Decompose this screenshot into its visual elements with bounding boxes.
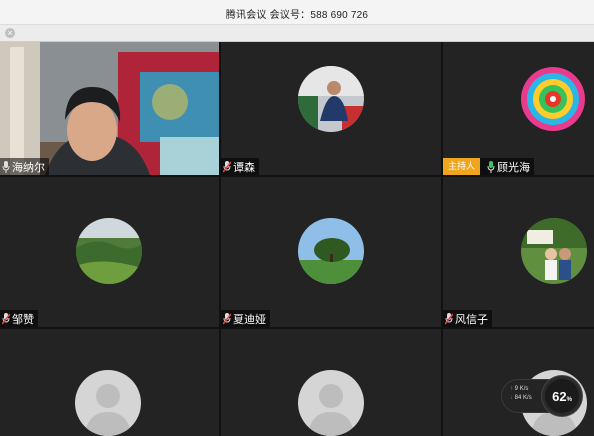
microphone-muted-icon [2,312,10,325]
name-bar: 邹赞 [0,310,38,327]
microphone-icon [2,160,10,173]
download-arrow-icon: ↓ [510,395,513,401]
participant-tile[interactable] [221,329,441,436]
avatar [520,66,586,132]
cpu-gauge: 62% [542,376,582,416]
upload-arrow-icon: ↑ [510,386,513,392]
participant-video [0,42,219,175]
avatar [76,218,142,284]
toolbar: × [0,25,594,42]
participant-grid: 海纳尔 谭森 主持人 顾光海 邹赞 夏迪娅 风信子 [0,42,594,436]
network-status-widget[interactable]: ↑ 9 K/s ↓ 84 K/s 62% [501,376,582,416]
participant-name: 夏迪娅 [233,313,266,326]
host-badge: 主持人 [443,158,481,175]
avatar [298,66,364,132]
upload-unit: K/s [519,386,529,392]
avatar [298,218,364,284]
participant-tile[interactable]: 邹赞 [0,177,219,327]
name-bar: 夏迪娅 [221,310,270,327]
meeting-window: 腾讯会议 会议号：588 690 726 × 海纳尔 谭森 主持人 顾光海 邹赞… [0,0,594,436]
close-icon[interactable]: × [5,28,15,38]
download-rate: 84 [514,395,522,401]
participant-name: 风信子 [455,313,488,326]
window-title: 腾讯会议 会议号：588 690 726 [225,10,369,21]
download-unit: K/s [523,395,532,401]
name-bar: 主持人 顾光海 [443,158,535,175]
participant-tile[interactable]: 风信子 [443,177,594,327]
avatar [521,218,587,284]
default-avatar [75,370,141,436]
participant-name: 邹赞 [12,313,34,326]
percent-sign: % [566,397,572,403]
microphone-active-icon [487,160,495,173]
microphone-muted-icon [445,312,453,325]
microphone-muted-icon [223,312,231,325]
network-rates: ↑ 9 K/s ↓ 84 K/s [510,385,532,403]
upload-rate: 9 [514,386,519,392]
cpu-percent: 62 [552,389,567,404]
title-bar: 腾讯会议 会议号：588 690 726 [0,0,594,25]
microphone-muted-icon [223,160,231,173]
default-avatar [298,370,364,436]
participant-tile[interactable]: 海纳尔 [0,42,219,175]
name-bar: 谭森 [221,158,259,175]
participant-tile[interactable]: 夏迪娅 [221,177,441,327]
participant-name: 谭森 [233,161,255,174]
participant-name: 海纳尔 [12,161,45,174]
participant-tile[interactable]: 谭森 [221,42,441,175]
name-bar: 风信子 [443,310,492,327]
participant-name: 顾光海 [497,161,531,174]
participant-tile[interactable]: 主持人 顾光海 [443,42,594,175]
name-bar: 海纳尔 [0,158,49,175]
participant-tile[interactable] [0,329,219,436]
